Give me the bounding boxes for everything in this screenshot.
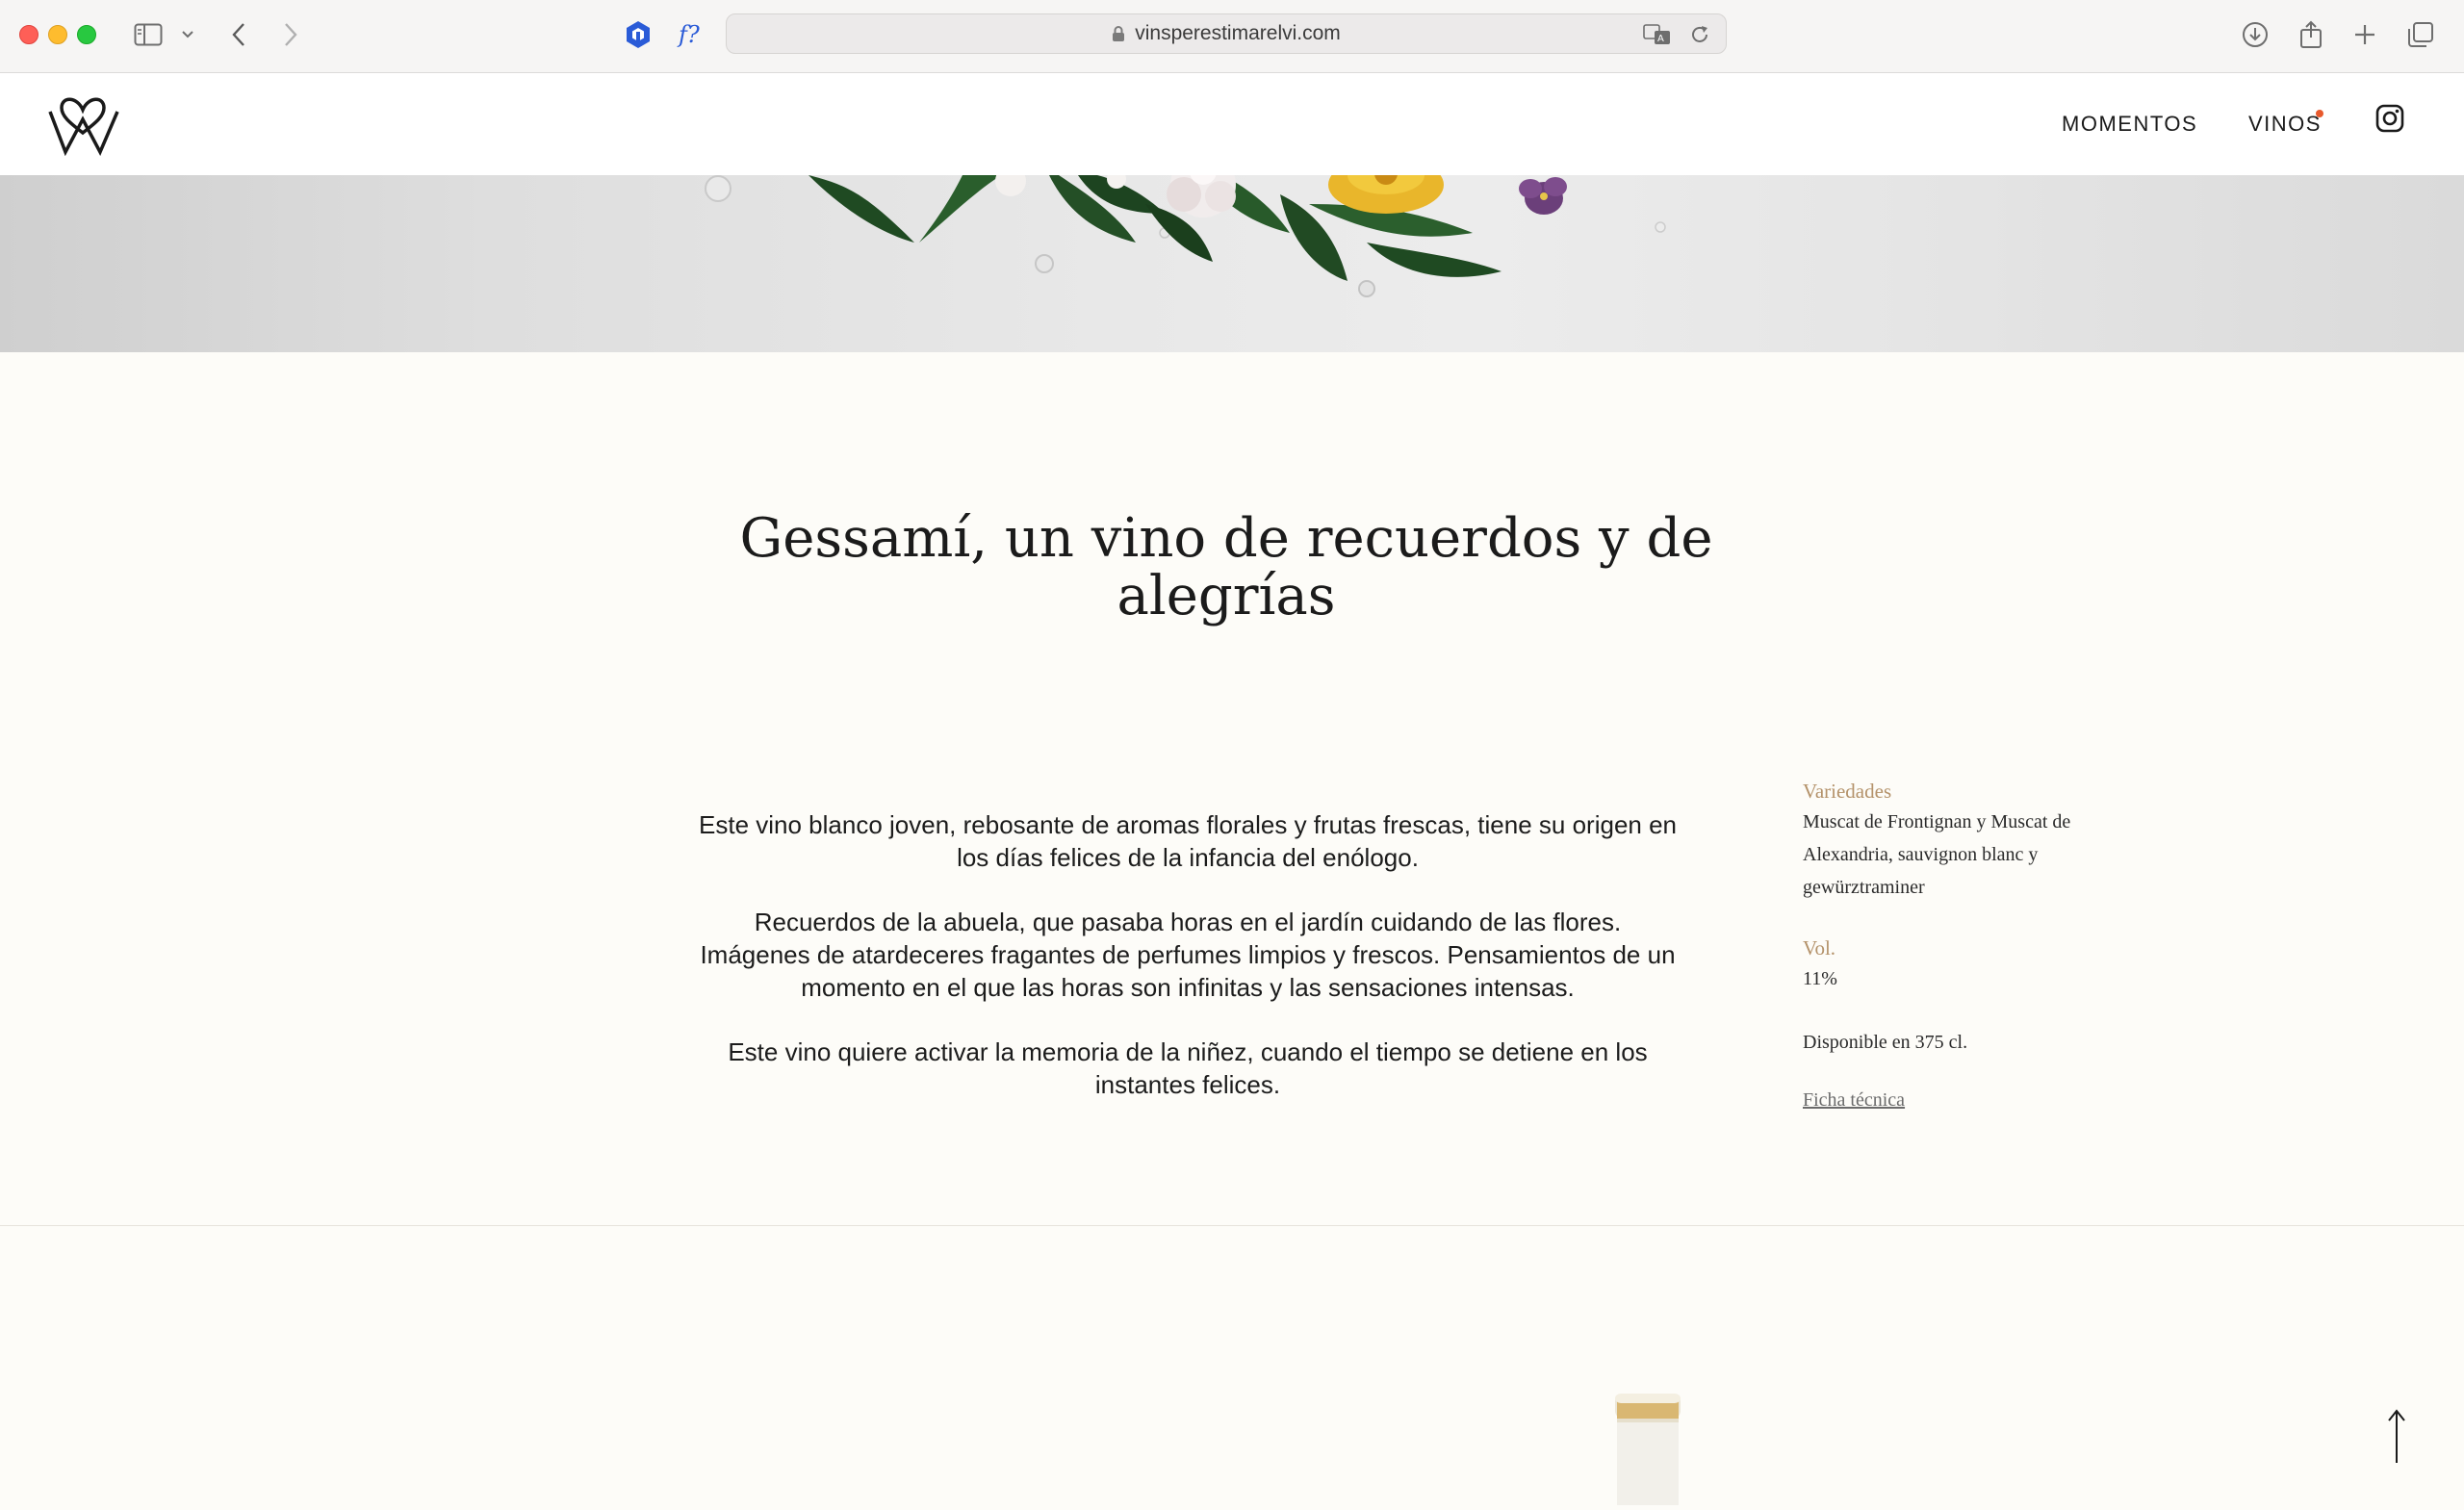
chevron-down-icon[interactable]	[179, 17, 196, 52]
instagram-icon[interactable]	[2375, 104, 2404, 138]
share-icon[interactable]	[2297, 17, 2325, 52]
availability-text: Disponible en 375 cl.	[1803, 1032, 1968, 1053]
downloads-icon[interactable]	[2241, 17, 2270, 52]
hero-flowers-image	[0, 175, 2464, 352]
lock-icon	[1113, 26, 1125, 41]
new-indicator-dot	[2316, 110, 2323, 117]
new-tab-plus-icon[interactable]	[2350, 17, 2379, 52]
fullscreen-window-button[interactable]	[77, 25, 96, 44]
font-finder-extension-icon[interactable]: f?	[676, 17, 708, 52]
vol-value: 11%	[1803, 968, 1837, 989]
site-header: MOMENTOS VINOS	[0, 73, 2464, 175]
minimize-window-button[interactable]	[48, 25, 67, 44]
url-text: vinsperestimarelvi.com	[1135, 22, 1341, 44]
svg-text:f?: f?	[677, 21, 700, 48]
site-logo[interactable]	[44, 90, 123, 161]
datasheet-link[interactable]: Ficha técnica	[1803, 1089, 1905, 1112]
close-window-button[interactable]	[19, 25, 38, 44]
tab-overview-icon[interactable]	[2406, 17, 2435, 52]
extension-hexagon-icon[interactable]	[624, 17, 653, 52]
address-bar[interactable]: vinsperestimarelvi.com A	[726, 13, 1727, 54]
wine-bottle-image	[1613, 1394, 1682, 1510]
reload-icon[interactable]	[1689, 24, 1710, 50]
wine-specs: Variedades Muscat de Frontignan y Muscat…	[1803, 780, 2130, 1112]
varieties-value: Muscat de Frontignan y Muscat de Alexand…	[1803, 811, 2071, 898]
description-paragraph: Recuerdos de la abuela, que pasaba horas…	[700, 908, 1676, 1002]
description-paragraph: Este vino blanco joven, rebosante de aro…	[699, 810, 1678, 872]
forward-arrow-icon[interactable]	[279, 17, 302, 52]
back-arrow-icon[interactable]	[227, 17, 250, 52]
section-divider	[0, 1225, 2464, 1226]
flower-arrangement-illustration	[705, 175, 1666, 297]
varieties-label: Variedades	[1803, 780, 1892, 803]
sidebar-toggle-icon[interactable]	[131, 17, 166, 52]
vol-label: Vol.	[1803, 936, 1836, 960]
translate-icon[interactable]: A	[1643, 24, 1672, 50]
wine-description: Este vino blanco joven, rebosante de aro…	[699, 808, 1677, 1133]
nav-momentos-link[interactable]: MOMENTOS	[2062, 112, 2197, 137]
nav-vinos-link[interactable]: VINOS	[2248, 112, 2322, 137]
description-paragraph: Este vino quiere activar la memoria de l…	[728, 1037, 1648, 1099]
scroll-to-top-arrow-icon[interactable]	[2385, 1407, 2408, 1470]
svg-text:A: A	[1657, 34, 1664, 44]
browser-toolbar: f? vinsperestimarelvi.com A	[0, 0, 2464, 73]
page-title: Gessamí, un vino de recuerdos y de alegr…	[739, 507, 1713, 627]
